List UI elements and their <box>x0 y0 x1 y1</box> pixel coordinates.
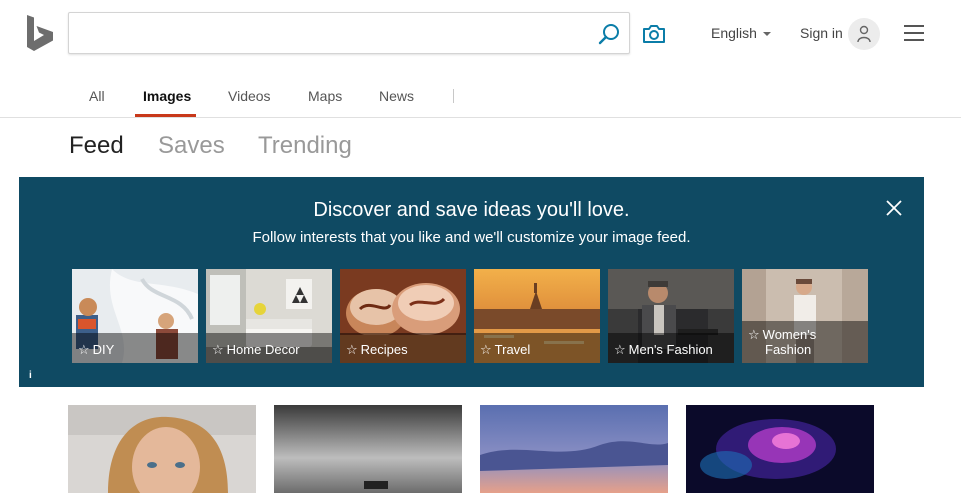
interest-tile-recipes[interactable]: ☆ Recipes <box>340 269 466 363</box>
bing-logo[interactable] <box>27 15 53 51</box>
interest-tile-home-decor[interactable]: ☆ Home Decor <box>206 269 332 363</box>
tile-label: ☆ Home Decor <box>212 342 300 357</box>
info-icon[interactable]: i <box>29 370 32 381</box>
tile-label: ☆ Women's Fashion <box>748 327 817 357</box>
feed-image-2[interactable] <box>274 405 462 493</box>
search-box <box>68 12 630 54</box>
subtab-feed[interactable]: Feed <box>69 132 124 160</box>
portrait-image <box>68 405 256 493</box>
interest-tile-mens-fashion[interactable]: ☆ Men's Fashion <box>608 269 734 363</box>
subtab-trending[interactable]: Trending <box>258 132 352 160</box>
interest-tile-diy[interactable]: ☆ DIY <box>72 269 198 363</box>
search-icon[interactable] <box>597 22 621 46</box>
discover-banner: Discover and save ideas you'll love. Fol… <box>19 177 924 387</box>
active-tab-indicator <box>135 114 196 117</box>
star-outline-icon: ☆ <box>480 342 492 357</box>
signin-link[interactable]: Sign in <box>800 25 843 41</box>
close-icon[interactable] <box>885 199 903 217</box>
header: English Sign in <box>0 0 961 70</box>
language-label: English <box>711 25 757 41</box>
hamburger-menu-icon[interactable] <box>904 25 924 41</box>
tab-images[interactable]: Images <box>143 88 191 104</box>
star-outline-icon: ☆ <box>78 342 90 357</box>
avatar[interactable] <box>848 18 880 50</box>
banner-subtitle: Follow interests that you like and we'll… <box>252 229 691 246</box>
tab-news[interactable]: News <box>379 88 414 104</box>
landscape-bw-image <box>274 405 462 493</box>
tab-videos[interactable]: Videos <box>228 88 271 104</box>
feed-image-4[interactable] <box>686 405 874 493</box>
tab-all[interactable]: All <box>89 88 105 104</box>
interest-tile-womens-fashion[interactable]: ☆ Women's Fashion <box>742 269 868 363</box>
feed-image-3[interactable] <box>480 405 668 493</box>
tile-label: ☆ Travel <box>480 342 531 357</box>
star-outline-icon: ☆ <box>614 342 626 357</box>
star-outline-icon: ☆ <box>346 342 358 357</box>
camera-icon[interactable] <box>642 24 666 44</box>
star-outline-icon: ☆ <box>748 327 760 342</box>
subtab-saves[interactable]: Saves <box>158 132 225 160</box>
tab-maps[interactable]: Maps <box>308 88 342 104</box>
nebula-image <box>686 405 874 493</box>
tile-label: ☆ DIY <box>78 342 115 357</box>
tile-label: ☆ Recipes <box>346 342 408 357</box>
sky-image <box>480 405 668 493</box>
nav-bar: All Images Videos Maps News <box>0 70 961 118</box>
banner-title: Discover and save ideas you'll love. <box>313 199 630 221</box>
chevron-down-icon <box>762 32 771 37</box>
language-selector[interactable]: English <box>711 25 771 41</box>
search-input[interactable] <box>79 13 579 53</box>
interest-tile-travel[interactable]: ☆ Travel <box>474 269 600 363</box>
tile-label: ☆ Men's Fashion <box>614 342 713 357</box>
nav-divider <box>453 89 454 103</box>
feed-image-1[interactable] <box>68 405 256 493</box>
user-icon <box>857 25 871 43</box>
star-outline-icon: ☆ <box>212 342 224 357</box>
